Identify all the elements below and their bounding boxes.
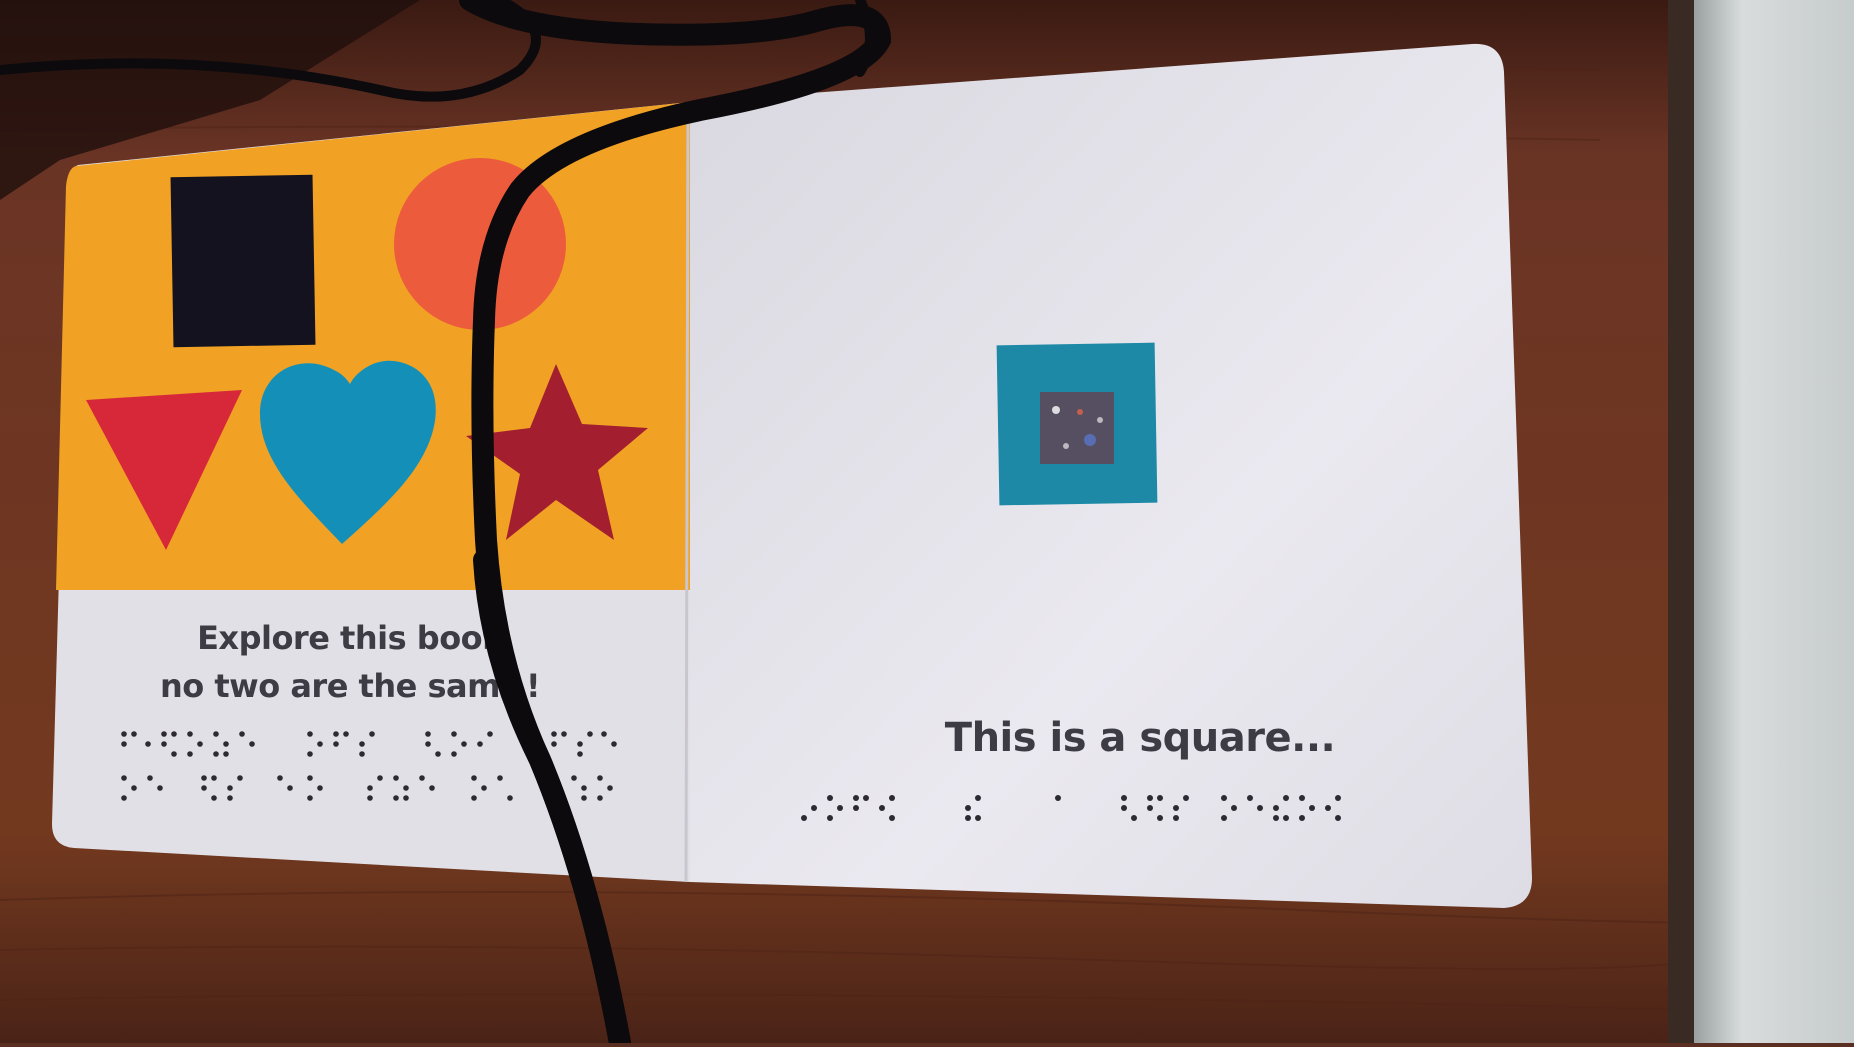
left-caption-line-2-text: no two are the sam	[159, 667, 501, 705]
left-page-caption: Explore this book no two are the sam!	[120, 614, 580, 710]
left-caption-line-1: Explore this book	[197, 619, 503, 657]
book-spine	[684, 101, 690, 883]
right-page-caption: This is a square...	[944, 715, 1336, 761]
photo-svg	[0, 0, 1854, 1047]
black-square-shape	[170, 174, 316, 348]
photo-scene: Explore this book no two are the sam! Th…	[0, 0, 1854, 1047]
cutout-window	[1040, 392, 1114, 464]
frame-edge	[1668, 0, 1694, 1043]
wall-panel	[1694, 0, 1854, 1043]
left-caption-line-2: no two are the sam!	[120, 662, 580, 710]
left-caption-line-2-end: !	[525, 667, 541, 705]
